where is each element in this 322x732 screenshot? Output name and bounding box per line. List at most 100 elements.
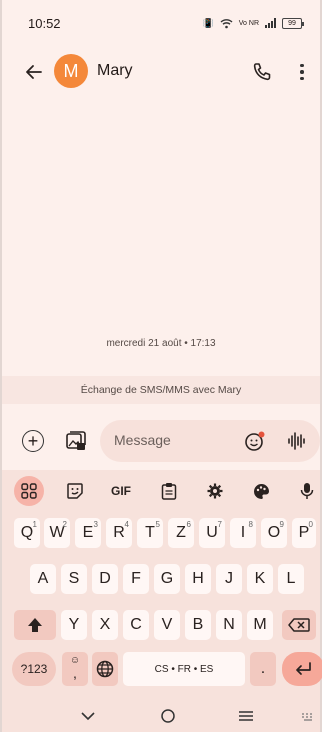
back-button[interactable] [22,60,46,84]
signal-icon [265,18,276,28]
status-icons: 📳 Vo NR 99 [202,17,304,29]
shift-key[interactable] [14,610,56,640]
key-n[interactable]: N [216,610,242,640]
key-a[interactable]: A [30,564,56,594]
backspace-icon [288,618,310,632]
clipboard-icon [161,483,177,500]
voice-input-button[interactable] [292,476,322,506]
microphone-icon [300,483,314,499]
status-bar: 10:52 📳 Vo NR 99 [2,0,320,46]
key-b[interactable]: B [185,610,211,640]
key-g[interactable]: G [154,564,180,594]
settings-button[interactable] [200,476,230,506]
emoji-icon [245,431,265,451]
gear-icon [207,483,223,499]
sms-mms-banner: Échange de SMS/MMS avec Mary [2,376,320,404]
period-key[interactable]: . [250,652,276,686]
comma-label: , [73,665,77,681]
message-input[interactable] [114,432,234,448]
key-row-4: ?123 ☺ , CS • FR • ES . [2,652,322,686]
key-q[interactable]: Q1 [14,518,40,548]
battery-icon: 99 [282,17,304,29]
key-x[interactable]: X [92,610,118,640]
add-attachment-button[interactable]: + [22,430,44,452]
grid-icon [21,483,37,499]
key-t[interactable]: T5 [137,518,163,548]
waveform-icon [288,432,305,450]
keyboard-toolbar: GIF [2,474,320,508]
enter-icon [296,662,311,675]
gif-label: GIF [111,484,131,498]
key-c[interactable]: C [123,610,149,640]
key-f[interactable]: F [123,564,149,594]
dot-icon [300,76,304,81]
key-k[interactable]: K [247,564,273,594]
keyboard-switch-button[interactable] [298,706,318,726]
message-compose-field [100,420,320,462]
plus-icon: + [27,431,39,451]
wifi-icon [220,18,233,28]
theme-button[interactable] [246,476,276,506]
call-button[interactable] [250,60,274,84]
emoji-button[interactable] [244,430,266,452]
space-key[interactable]: CS • FR • ES [123,652,245,686]
recents-button[interactable] [236,706,256,726]
dot-icon [300,70,304,74]
circle-icon [161,709,175,723]
backspace-key[interactable] [282,610,316,640]
messaging-screen: 10:52 📳 Vo NR 99 M Mary mercredi 21 août… [0,0,322,732]
phone-icon [253,63,271,81]
navigation-bar [2,702,320,732]
symbols-key[interactable]: ?123 [12,652,56,686]
key-s[interactable]: S [61,564,87,594]
sticker-button[interactable] [60,476,90,506]
hide-keyboard-button[interactable] [78,706,98,726]
menu-lines-icon [239,711,253,721]
dot-icon [300,63,304,68]
key-r[interactable]: R4 [106,518,132,548]
key-y[interactable]: Y [61,610,87,640]
key-e[interactable]: E3 [75,518,101,548]
key-row-3: Y X C V B N M [2,610,320,640]
on-screen-keyboard: GIF Q 1 W 2 E 3 R 4 T 5 Z 6 U 7 I 8 O 9 … [2,470,322,732]
emoji-comma-key[interactable]: ☺ , [62,652,88,686]
avatar[interactable]: M [54,54,88,88]
sticker-icon [67,483,83,499]
gallery-button[interactable] [64,429,88,453]
network-type-label: Vo NR [238,19,259,27]
key-h[interactable]: H [185,564,211,594]
key-o[interactable]: O9 [261,518,287,548]
key-i[interactable]: I8 [230,518,256,548]
arrow-left-icon [26,65,42,79]
keyboard-icon [302,713,312,721]
enter-key[interactable] [282,652,322,686]
key-m[interactable]: M [247,610,273,640]
globe-icon [96,660,114,678]
language-key[interactable] [92,652,118,686]
key-v[interactable]: V [154,610,180,640]
apps-grid-button[interactable] [14,476,44,506]
vibrate-icon: 📳 [202,17,214,28]
key-z[interactable]: Z6 [168,518,194,548]
palette-icon [253,483,269,499]
conversation-header: M Mary [2,48,320,96]
more-options-button[interactable] [294,60,310,84]
battery-level: 99 [288,19,296,27]
key-p[interactable]: P0 [292,518,316,548]
home-button[interactable] [158,706,178,726]
key-u[interactable]: U7 [199,518,225,548]
gallery-icon [66,431,86,450]
key-row-2: A S D F G H J K L [2,564,320,594]
key-d[interactable]: D [92,564,118,594]
voice-message-button[interactable] [286,431,306,451]
compose-row: + [2,420,320,464]
gif-button[interactable]: GIF [106,476,136,506]
chevron-down-icon [81,712,95,721]
key-w[interactable]: W2 [44,518,70,548]
contact-name[interactable]: Mary [97,62,133,80]
message-date-stamp: mercredi 21 août • 17:13 [106,338,216,349]
key-l[interactable]: L [278,564,304,594]
clipboard-button[interactable] [154,476,184,506]
key-j[interactable]: J [216,564,242,594]
status-time: 10:52 [28,15,61,31]
